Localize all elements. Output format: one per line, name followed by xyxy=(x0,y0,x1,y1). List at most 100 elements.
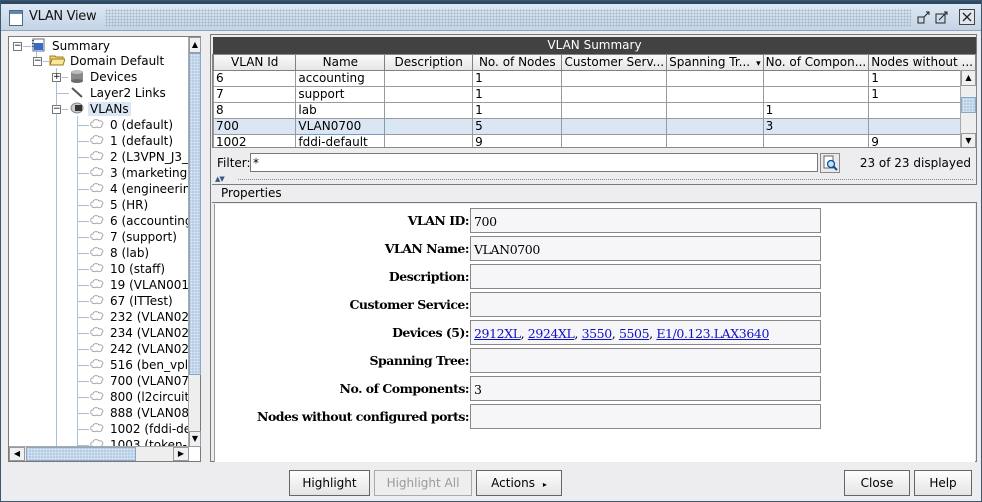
tree-vertical-scrollbar[interactable]: ▲ ▼ xyxy=(188,37,201,447)
tree-item-vlan[interactable]: 19 (VLAN0019 xyxy=(89,277,189,293)
tree-item-vlan[interactable]: 2 (L3VPN_J3_ xyxy=(89,149,189,165)
table-cell[interactable] xyxy=(561,117,668,135)
table-cell[interactable]: 1 xyxy=(762,101,870,119)
close-icon[interactable] xyxy=(959,9,975,25)
tree-item-vlan[interactable]: 1 (default) xyxy=(89,133,175,149)
tree-horizontal-scrollbar[interactable]: ◀ ▶ xyxy=(9,446,189,461)
collapse-vlans-toggle[interactable]: − xyxy=(52,105,61,114)
table-cell[interactable]: VLAN0700 xyxy=(295,117,386,135)
table-cell[interactable]: 1 xyxy=(472,101,563,119)
table-cell[interactable]: support xyxy=(295,85,386,103)
table-cell[interactable]: 5 xyxy=(472,117,563,135)
device-link[interactable]: 5505 xyxy=(619,326,650,341)
split-arrows-icon[interactable]: ▲▼ xyxy=(215,176,225,183)
tree-item-vlan[interactable]: 232 (VLAN023 xyxy=(89,309,189,325)
table-cell[interactable] xyxy=(666,85,764,103)
table-cell[interactable]: 1002 xyxy=(213,133,297,147)
table-vertical-scrollbar[interactable]: ▲ ▼ xyxy=(960,70,976,147)
table-scroll-up-arrow-icon[interactable]: ▲ xyxy=(961,70,976,86)
table-cell[interactable] xyxy=(561,133,668,147)
tree-item-vlan[interactable]: 242 (VLAN024 xyxy=(89,341,189,357)
device-link[interactable]: 2924XL xyxy=(528,326,575,341)
table-cell[interactable] xyxy=(561,69,668,87)
table-cell[interactable]: accounting xyxy=(295,69,386,87)
column-header[interactable]: No. of Nodes xyxy=(472,55,563,71)
tree-item-vlan[interactable]: 10 (staff) xyxy=(89,261,167,277)
title-bar[interactable]: VLAN View xyxy=(1,1,981,31)
tree-item-vlan[interactable]: 3 (marketing) xyxy=(89,165,189,181)
table-cell[interactable] xyxy=(666,101,764,119)
filter-input[interactable] xyxy=(250,153,818,172)
tree-item-vlan[interactable]: 67 (ITTest) xyxy=(89,293,175,309)
table-cell[interactable] xyxy=(384,117,474,135)
tree-item-vlan[interactable]: 1002 (fddi-def xyxy=(89,421,189,437)
table-cell[interactable] xyxy=(762,133,870,147)
column-header[interactable]: Description xyxy=(384,55,474,71)
tree-item-vlan[interactable]: 0 (default) xyxy=(89,117,175,133)
table-cell[interactable] xyxy=(666,69,764,87)
table-cell[interactable]: 700 xyxy=(213,117,297,135)
table-row[interactable]: 6 accounting 1 1 xyxy=(213,69,976,87)
table-cell[interactable] xyxy=(666,117,764,135)
tree-item-summary[interactable]: Summary xyxy=(31,38,112,54)
table-cell[interactable]: 7 xyxy=(213,85,297,103)
table-cell[interactable]: lab xyxy=(295,101,386,119)
table-cell[interactable]: 1 xyxy=(472,85,563,103)
tree-item-vlan[interactable]: 516 (ben_vpls xyxy=(89,357,189,373)
device-link[interactable]: 2912XL xyxy=(474,326,521,341)
maximize-icon[interactable] xyxy=(933,8,951,26)
tree-hscroll-thumb[interactable] xyxy=(26,447,136,461)
tree-item-domain-default[interactable]: Domain Default xyxy=(49,53,166,69)
tree-item-devices[interactable]: Devices xyxy=(69,69,139,85)
table-cell[interactable]: 3 xyxy=(762,117,870,135)
close-button[interactable]: Close xyxy=(844,470,910,496)
table-cell[interactable]: 8 xyxy=(213,101,297,119)
split-pane-divider[interactable]: ▲▼ xyxy=(212,176,977,183)
table-row[interactable]: 7 support 1 1 xyxy=(213,85,976,103)
scroll-right-arrow-icon[interactable]: ▶ xyxy=(173,447,189,461)
table-cell[interactable]: 9 xyxy=(472,133,563,147)
table-cell[interactable] xyxy=(384,101,474,119)
tree-item-vlan[interactable]: 700 (VLAN070 xyxy=(89,373,189,389)
collapse-summary-toggle[interactable]: − xyxy=(13,42,22,51)
tree-item-vlan[interactable]: 7 (support) xyxy=(89,229,179,245)
table-row[interactable]: 700 VLAN0700 5 3 xyxy=(213,117,976,135)
device-link[interactable]: E1/0.123.LAX3640 xyxy=(656,326,769,341)
scroll-down-arrow-icon[interactable]: ▼ xyxy=(189,431,201,447)
table-scroll-thumb[interactable] xyxy=(961,97,976,113)
column-header[interactable]: Spanning Tr... ▾ xyxy=(666,55,764,71)
table-cell[interactable] xyxy=(384,133,474,147)
expand-devices-toggle[interactable]: + xyxy=(52,73,61,82)
tree-item-vlans[interactable]: VLANs xyxy=(69,101,131,117)
table-cell[interactable] xyxy=(384,69,474,87)
column-header[interactable]: VLAN Id xyxy=(213,55,297,71)
table-cell[interactable] xyxy=(762,85,870,103)
restore-down-icon[interactable] xyxy=(915,8,933,26)
tree-item-vlan[interactable]: 6 (accounting) xyxy=(89,213,189,229)
table-row[interactable]: 8 lab 1 1 xyxy=(213,101,976,119)
scroll-up-arrow-icon[interactable]: ▲ xyxy=(189,37,201,53)
highlight-button[interactable]: Highlight xyxy=(289,470,370,496)
tree-item-vlan[interactable]: 4 (engineering xyxy=(89,181,189,197)
table-cell[interactable]: fddi-default xyxy=(295,133,386,147)
table-row[interactable]: 1002 fddi-default 9 9 xyxy=(213,133,976,147)
tree-scroll-thumb[interactable] xyxy=(189,53,201,375)
actions-button[interactable]: Actions ▸ xyxy=(476,470,562,496)
table-scroll-down-arrow-icon[interactable]: ▼ xyxy=(961,133,976,147)
table-cell[interactable]: 6 xyxy=(213,69,297,87)
help-button[interactable]: Help xyxy=(914,470,972,496)
column-header[interactable]: Customer Serv... xyxy=(561,55,668,71)
table-cell[interactable]: 1 xyxy=(472,69,563,87)
highlight-all-button[interactable]: Highlight All xyxy=(374,470,472,496)
table-cell[interactable] xyxy=(666,133,764,147)
scroll-left-arrow-icon[interactable]: ◀ xyxy=(9,447,25,461)
tree-item-vlan[interactable]: 888 (VLAN088 xyxy=(89,405,189,421)
table-cell[interactable] xyxy=(762,69,870,87)
table-cell[interactable] xyxy=(561,85,668,103)
tree-item-vlan[interactable]: 234 (VLAN023 xyxy=(89,325,189,341)
tree-item-vlan[interactable]: 800 (l2circuit) xyxy=(89,389,189,405)
collapse-domain-toggle[interactable]: − xyxy=(33,57,42,66)
column-header[interactable]: No. of Compon... xyxy=(762,55,870,71)
tree-item-vlan[interactable]: 5 (HR) xyxy=(89,197,150,213)
filter-search-button[interactable] xyxy=(820,153,840,173)
